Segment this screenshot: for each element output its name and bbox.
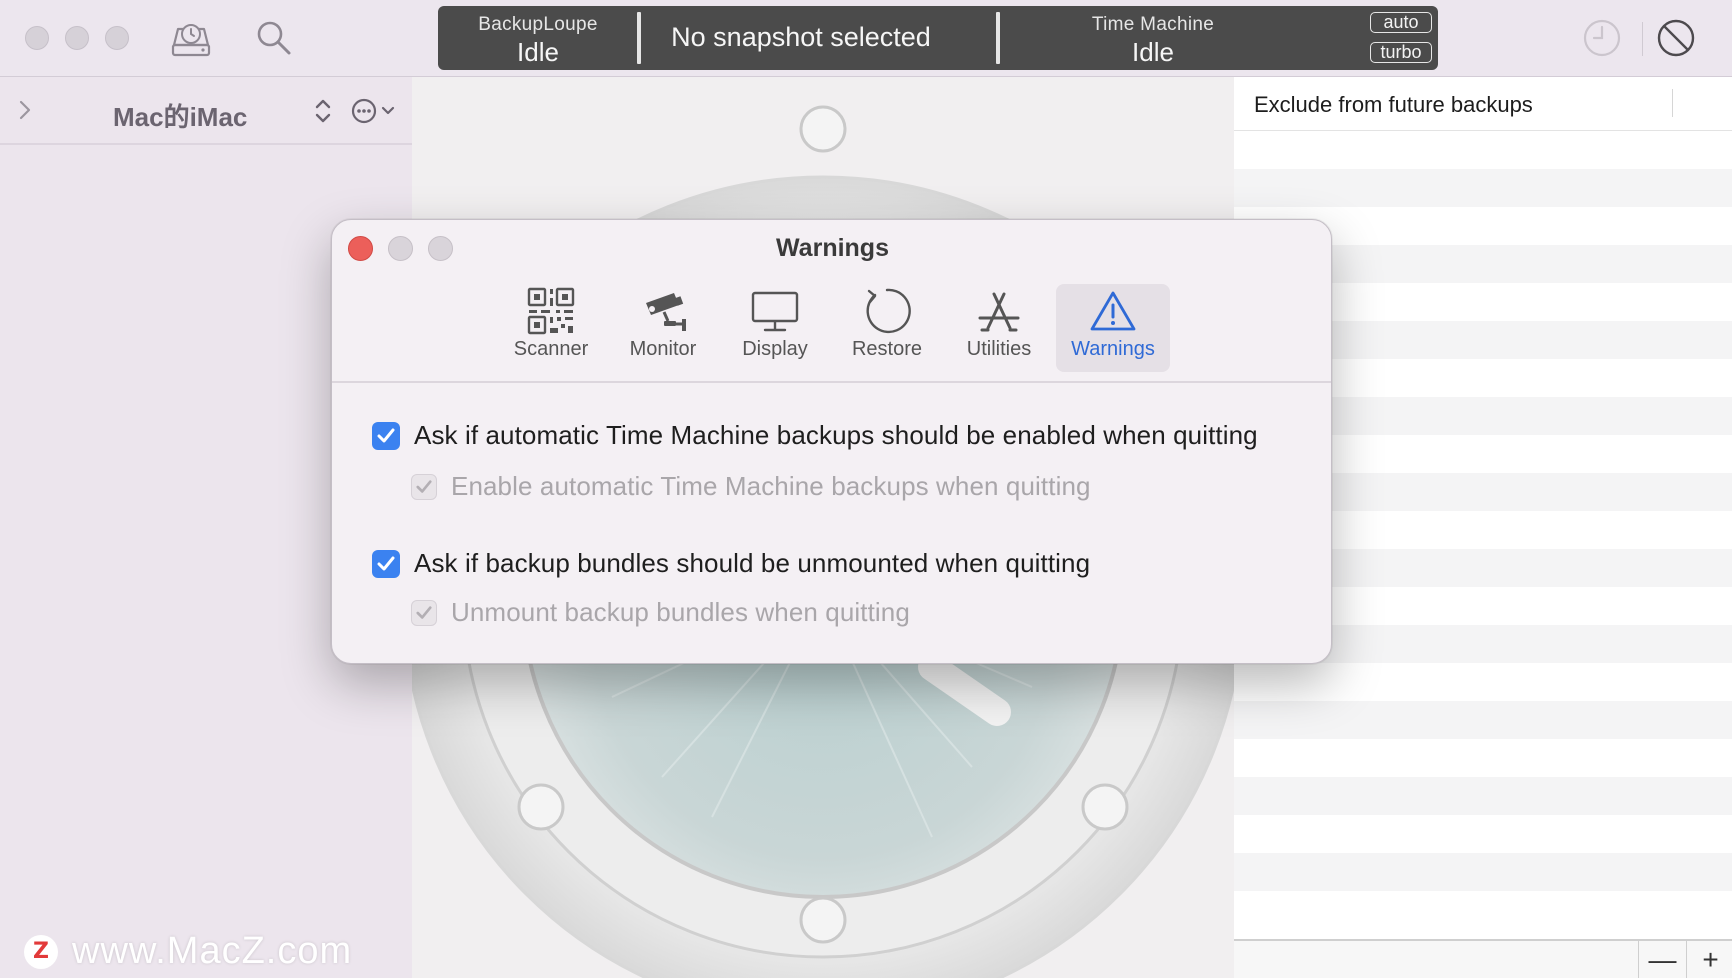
table-header: Exclude from future backups — [1234, 77, 1732, 131]
tab-monitor[interactable]: Monitor — [608, 284, 718, 372]
table-row[interactable] — [1234, 815, 1732, 853]
tab-label: Scanner — [513, 338, 589, 360]
option-ask-unmount[interactable]: Ask if backup bundles should be unmounte… — [372, 548, 1090, 579]
tab-display[interactable]: Display — [720, 284, 830, 372]
tab-label: Display — [742, 338, 808, 360]
tab-scanner[interactable]: Scanner — [496, 284, 606, 372]
option-label: Ask if backup bundles should be unmounte… — [414, 548, 1091, 578]
auto-badge[interactable]: auto — [1370, 12, 1432, 33]
app-window: BackupLoupe Idle No snapshot selected Ti… — [0, 0, 1732, 978]
turbo-badge[interactable]: turbo — [1370, 42, 1432, 63]
status-divider — [996, 12, 1000, 64]
watermark-text: www.MacZ.com — [72, 930, 353, 972]
table-row[interactable] — [1234, 169, 1732, 207]
table-row[interactable] — [1234, 739, 1732, 777]
table-row[interactable] — [1234, 777, 1732, 815]
more-options-icon[interactable] — [350, 97, 400, 130]
prohibited-icon[interactable] — [1652, 14, 1700, 62]
status-panel: BackupLoupe Idle No snapshot selected Ti… — [438, 6, 1438, 70]
app-store-tools-icon — [944, 284, 1054, 338]
restore-icon — [832, 284, 942, 338]
preferences-tabs: Scanner Monitor Display Restore Utilitie… — [332, 277, 1331, 377]
backuploupe-status: BackupLoupe Idle — [438, 6, 638, 70]
tab-utilities[interactable]: Utilities — [944, 284, 1054, 372]
tab-label: Monitor — [629, 338, 697, 360]
column-header-exclude[interactable]: Exclude from future backups — [1254, 92, 1533, 118]
tab-label: Utilities — [966, 338, 1032, 360]
backup-disk-icon[interactable] — [167, 14, 215, 62]
table-footer: — + — [1234, 939, 1732, 978]
search-icon[interactable] — [250, 14, 298, 62]
tab-label: Restore — [851, 338, 923, 360]
volume-title: Mac的iMac — [113, 102, 248, 132]
toolbar-divider — [1642, 22, 1643, 56]
checkbox-disabled — [411, 599, 437, 626]
timemachine-state: Idle — [1132, 37, 1174, 67]
tab-warnings[interactable]: Warnings — [1056, 284, 1170, 372]
backuploupe-label: BackupLoupe — [478, 14, 598, 35]
table-row[interactable] — [1234, 891, 1732, 929]
monitor-icon — [720, 284, 830, 338]
zoom-window-button[interactable] — [105, 26, 129, 50]
checkbox-disabled — [411, 473, 437, 500]
column-separator — [1672, 89, 1673, 117]
dialog-title: Warnings — [776, 234, 889, 262]
dialog-separator — [332, 381, 1331, 383]
snapshot-text: No snapshot selected — [671, 22, 931, 52]
snapshot-status: No snapshot selected — [641, 6, 961, 70]
add-button[interactable]: + — [1686, 941, 1732, 978]
up-down-chevron-icon[interactable] — [313, 97, 333, 130]
table-row[interactable] — [1234, 701, 1732, 739]
option-label: Enable automatic Time Machine backups wh… — [451, 471, 1091, 501]
tab-restore[interactable]: Restore — [832, 284, 942, 372]
remove-button[interactable]: — — [1638, 941, 1686, 978]
minimize-window-button[interactable] — [65, 26, 89, 50]
option-label: Unmount backup bundles when quitting — [451, 597, 910, 627]
option-ask-enable-tm[interactable]: Ask if automatic Time Machine backups sh… — [372, 420, 1258, 451]
option-enable-tm: Enable automatic Time Machine backups wh… — [411, 471, 1091, 502]
tab-label: Warnings — [1071, 338, 1155, 360]
watermark-logo: Z — [24, 934, 58, 969]
clock-icon[interactable] — [1578, 14, 1626, 62]
checkbox-checked[interactable] — [372, 549, 400, 578]
window-toolbar: BackupLoupe Idle No snapshot selected Ti… — [0, 0, 1732, 77]
timemachine-status: Time Machine Idle — [1003, 6, 1303, 70]
chevron-right-icon[interactable] — [18, 99, 32, 126]
option-unmount: Unmount backup bundles when quitting — [411, 597, 910, 628]
close-window-button[interactable] — [25, 26, 49, 50]
checkbox-checked[interactable] — [372, 421, 400, 450]
qr-code-icon — [496, 284, 606, 338]
table-row[interactable] — [1234, 853, 1732, 891]
warning-icon — [1056, 284, 1170, 338]
security-camera-icon — [608, 284, 718, 338]
watermark: Z www.MacZ.com — [24, 930, 352, 973]
sidebar-header: Mac的iMac — [0, 77, 412, 145]
timemachine-label: Time Machine — [1091, 14, 1215, 35]
option-label: Ask if automatic Time Machine backups sh… — [414, 420, 1258, 450]
table-row[interactable] — [1234, 663, 1732, 701]
table-row[interactable] — [1234, 131, 1732, 169]
backuploupe-state: Idle — [517, 37, 559, 67]
preferences-dialog: Warnings Scanner Monitor Display Restore… — [331, 219, 1332, 664]
